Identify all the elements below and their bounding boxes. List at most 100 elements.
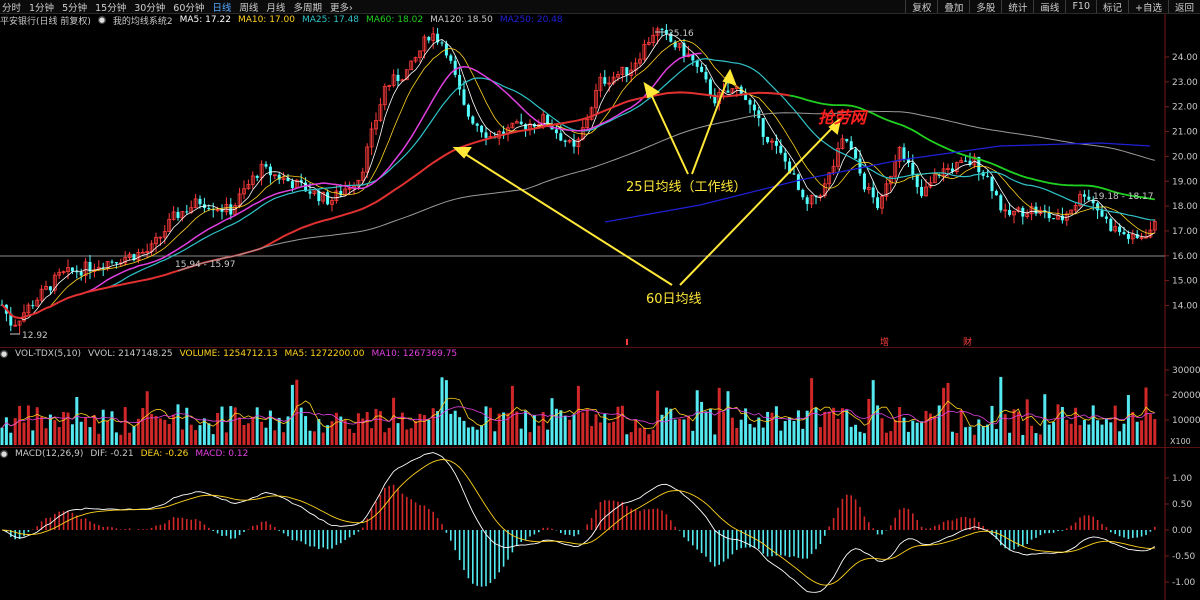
candle-body [660,28,664,30]
candle-body [876,197,880,209]
price-tick-label: 19.00 [1172,177,1198,187]
candle-body [1100,210,1104,217]
candle-body [704,71,708,80]
candle-body [554,129,558,134]
candle-body [440,42,444,44]
volume-bar [176,404,180,445]
volume-bar [75,396,79,445]
volume-bar [968,426,972,445]
candle-body [1109,218,1113,231]
candle-body [466,104,470,117]
volume-bar [295,379,299,445]
candle-body [726,90,730,93]
volume-bar [97,433,101,445]
volume-bar [180,429,184,445]
candle-body [110,261,114,263]
candle-body [774,141,778,146]
volume-bar [114,432,118,445]
volume-bar [207,423,211,445]
volume-bar [528,432,532,445]
candle-body [185,211,189,213]
volume-bar [88,427,92,445]
volume-bar [986,424,990,445]
volume-bar [92,415,96,445]
candle-body [176,211,180,218]
volume-bar [414,420,418,445]
volume-bar [1096,420,1100,445]
price-tick-label: 16.00 [1172,252,1198,262]
volume-bar [484,406,488,445]
volume-axis: 30000 20000 10000 [1165,366,1200,426]
volume-bar [876,405,880,445]
volume-bar [70,424,74,445]
volume-bar [106,420,110,445]
candle-body [1008,209,1012,215]
volume-bar [440,377,444,445]
volume-bar [576,385,580,445]
event-marker[interactable]: 增 [880,336,889,348]
volume-bar [629,432,633,445]
volume-bar [220,406,224,445]
volume-bar [396,423,400,445]
volume-bar [827,411,831,445]
volume-bar [264,427,268,445]
volume-bar [35,407,39,445]
volume-bar [189,424,193,445]
volume-bar [44,428,48,445]
volume-bar [691,430,695,445]
volume-bar [889,431,893,445]
price-axis: 24.00 23.00 22.00 21.00 20.00 19.00 18.00 17.00… [1165,53,1198,312]
event-marker-tick [626,339,628,345]
volume-bar [836,418,840,445]
volume-bar [13,418,17,445]
volume-bar [1082,419,1086,445]
volume-bar [656,390,660,445]
volume-bar [625,434,629,445]
volume-bar [1100,424,1104,445]
candle-body [796,174,800,190]
stock-chart-window: 分时 1分钟 5分钟 15分钟 30分钟 60分钟 日线 周线 月线 多周期 更… [0,0,1200,600]
volume-bar [1021,434,1025,445]
event-marker[interactable]: 财 [963,336,972,348]
volume-bar [356,413,360,445]
volume-bar [238,417,242,445]
volume-bar [502,412,506,445]
candle-body [1118,226,1122,233]
volume-bar [796,410,800,445]
volume-bar [1030,425,1034,445]
volume-bar [704,411,708,445]
annotation-arrows [452,68,842,286]
volume-bar [141,408,145,445]
volume-bar [387,427,391,445]
volume-bar [1144,387,1148,445]
volume-bar [739,419,743,445]
candle-body [801,189,805,198]
volume-bar [1104,418,1108,445]
volume-bar [612,421,616,445]
volume-bar [964,427,968,445]
candle-body [915,174,919,187]
chart-canvas[interactable]: 24.00 23.00 22.00 21.00 20.00 19.00 18.00 17.00… [0,0,1200,600]
volume-unit-label: X100 [1170,437,1191,446]
volume-bar [488,407,492,445]
volume-bar [867,398,871,445]
candle-body [229,204,233,215]
volume-bar [466,427,470,445]
candle-body [1082,194,1086,197]
volume-bar [999,376,1003,445]
volume-bar [981,426,985,445]
candle-body [559,133,563,141]
volume-bar [246,423,250,445]
volume-bar [475,429,479,445]
volume-bar [700,401,704,445]
volume-bar [713,434,717,445]
volume-bar [1034,433,1038,445]
candle-body [48,286,52,291]
volume-bar [911,420,915,445]
volume-bar [893,420,897,445]
volume-bar [312,431,316,445]
volume-bar [383,432,387,445]
volume-bar [453,410,457,445]
volume-bar [840,408,844,445]
candle-body [207,208,211,210]
